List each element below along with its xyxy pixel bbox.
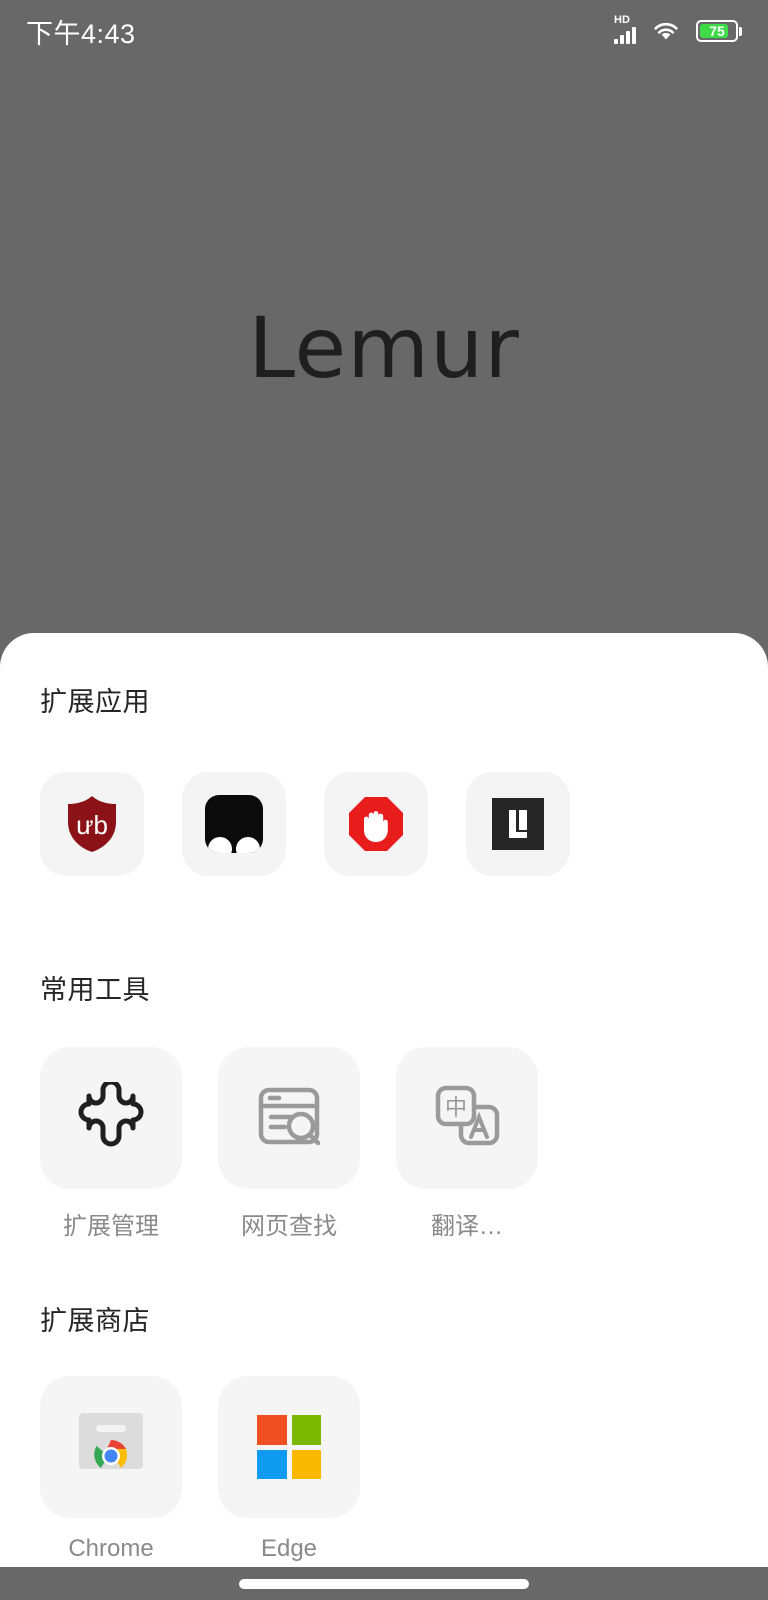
store-item-chrome[interactable]: Chrome bbox=[40, 1376, 182, 1563]
l-mark-icon bbox=[492, 798, 544, 850]
tools-section-title: 常用工具 bbox=[40, 975, 150, 1005]
signal-bars bbox=[614, 27, 636, 44]
extension-item-dark-reader[interactable] bbox=[182, 772, 286, 876]
extensions-section-title: 扩展应用 bbox=[40, 687, 150, 717]
tool-item-translate[interactable]: 中 翻译… bbox=[396, 1047, 538, 1241]
system-navigation-bar bbox=[0, 1567, 768, 1600]
extensions-bottom-sheet: 扩展应用 ưb 常用工具 扩展管理 网页查找 中 翻译… 扩展商店 Chrome… bbox=[0, 633, 768, 1567]
store-label: Edge bbox=[260, 1535, 318, 1562]
brand-area: Lemur bbox=[0, 62, 768, 633]
battery-icon: 75 bbox=[696, 20, 742, 42]
store-list: Chrome Edge bbox=[40, 1376, 728, 1563]
status-time: 下午4:43 bbox=[26, 18, 136, 49]
translate-icon: 中 bbox=[431, 1081, 503, 1156]
page-search-icon bbox=[253, 1082, 325, 1155]
chrome-web-store-icon bbox=[72, 1413, 150, 1481]
tool-label: 翻译… bbox=[431, 1213, 503, 1240]
store-item-edge[interactable]: Edge bbox=[218, 1376, 360, 1563]
adblock-hand-icon bbox=[347, 795, 405, 853]
wifi-icon bbox=[652, 20, 680, 42]
microsoft-edge-addons-icon bbox=[257, 1415, 321, 1479]
extensions-list: ưb bbox=[40, 772, 728, 876]
battery-percent: 75 bbox=[709, 23, 725, 39]
status-icons: HD 75 bbox=[614, 14, 742, 44]
home-indicator[interactable] bbox=[239, 1578, 529, 1589]
puzzle-piece-icon bbox=[75, 1079, 147, 1155]
ublock-origin-icon: ưb bbox=[64, 794, 120, 854]
hd-label: HD bbox=[614, 14, 630, 26]
dark-reader-icon bbox=[205, 795, 263, 853]
tools-list: 扩展管理 网页查找 中 翻译… bbox=[40, 1047, 728, 1241]
signal-bars-icon: HD bbox=[614, 14, 636, 44]
svg-text:中: 中 bbox=[445, 1096, 467, 1121]
extension-item-adblock[interactable] bbox=[324, 772, 428, 876]
status-bar: 下午4:43 HD 75 bbox=[0, 0, 768, 62]
svg-text:ưb: ưb bbox=[76, 810, 108, 840]
tool-label: 扩展管理 bbox=[63, 1213, 159, 1240]
extension-item-l-extension[interactable] bbox=[466, 772, 570, 876]
store-label: Chrome bbox=[68, 1535, 154, 1562]
tool-label: 网页查找 bbox=[241, 1213, 337, 1240]
extension-item-ublock-origin[interactable]: ưb bbox=[40, 772, 144, 876]
tool-item-page-search[interactable]: 网页查找 bbox=[218, 1047, 360, 1241]
store-section-title: 扩展商店 bbox=[40, 1306, 150, 1336]
tool-item-extension-manager[interactable]: 扩展管理 bbox=[40, 1047, 182, 1241]
app-logo: Lemur bbox=[248, 298, 520, 397]
